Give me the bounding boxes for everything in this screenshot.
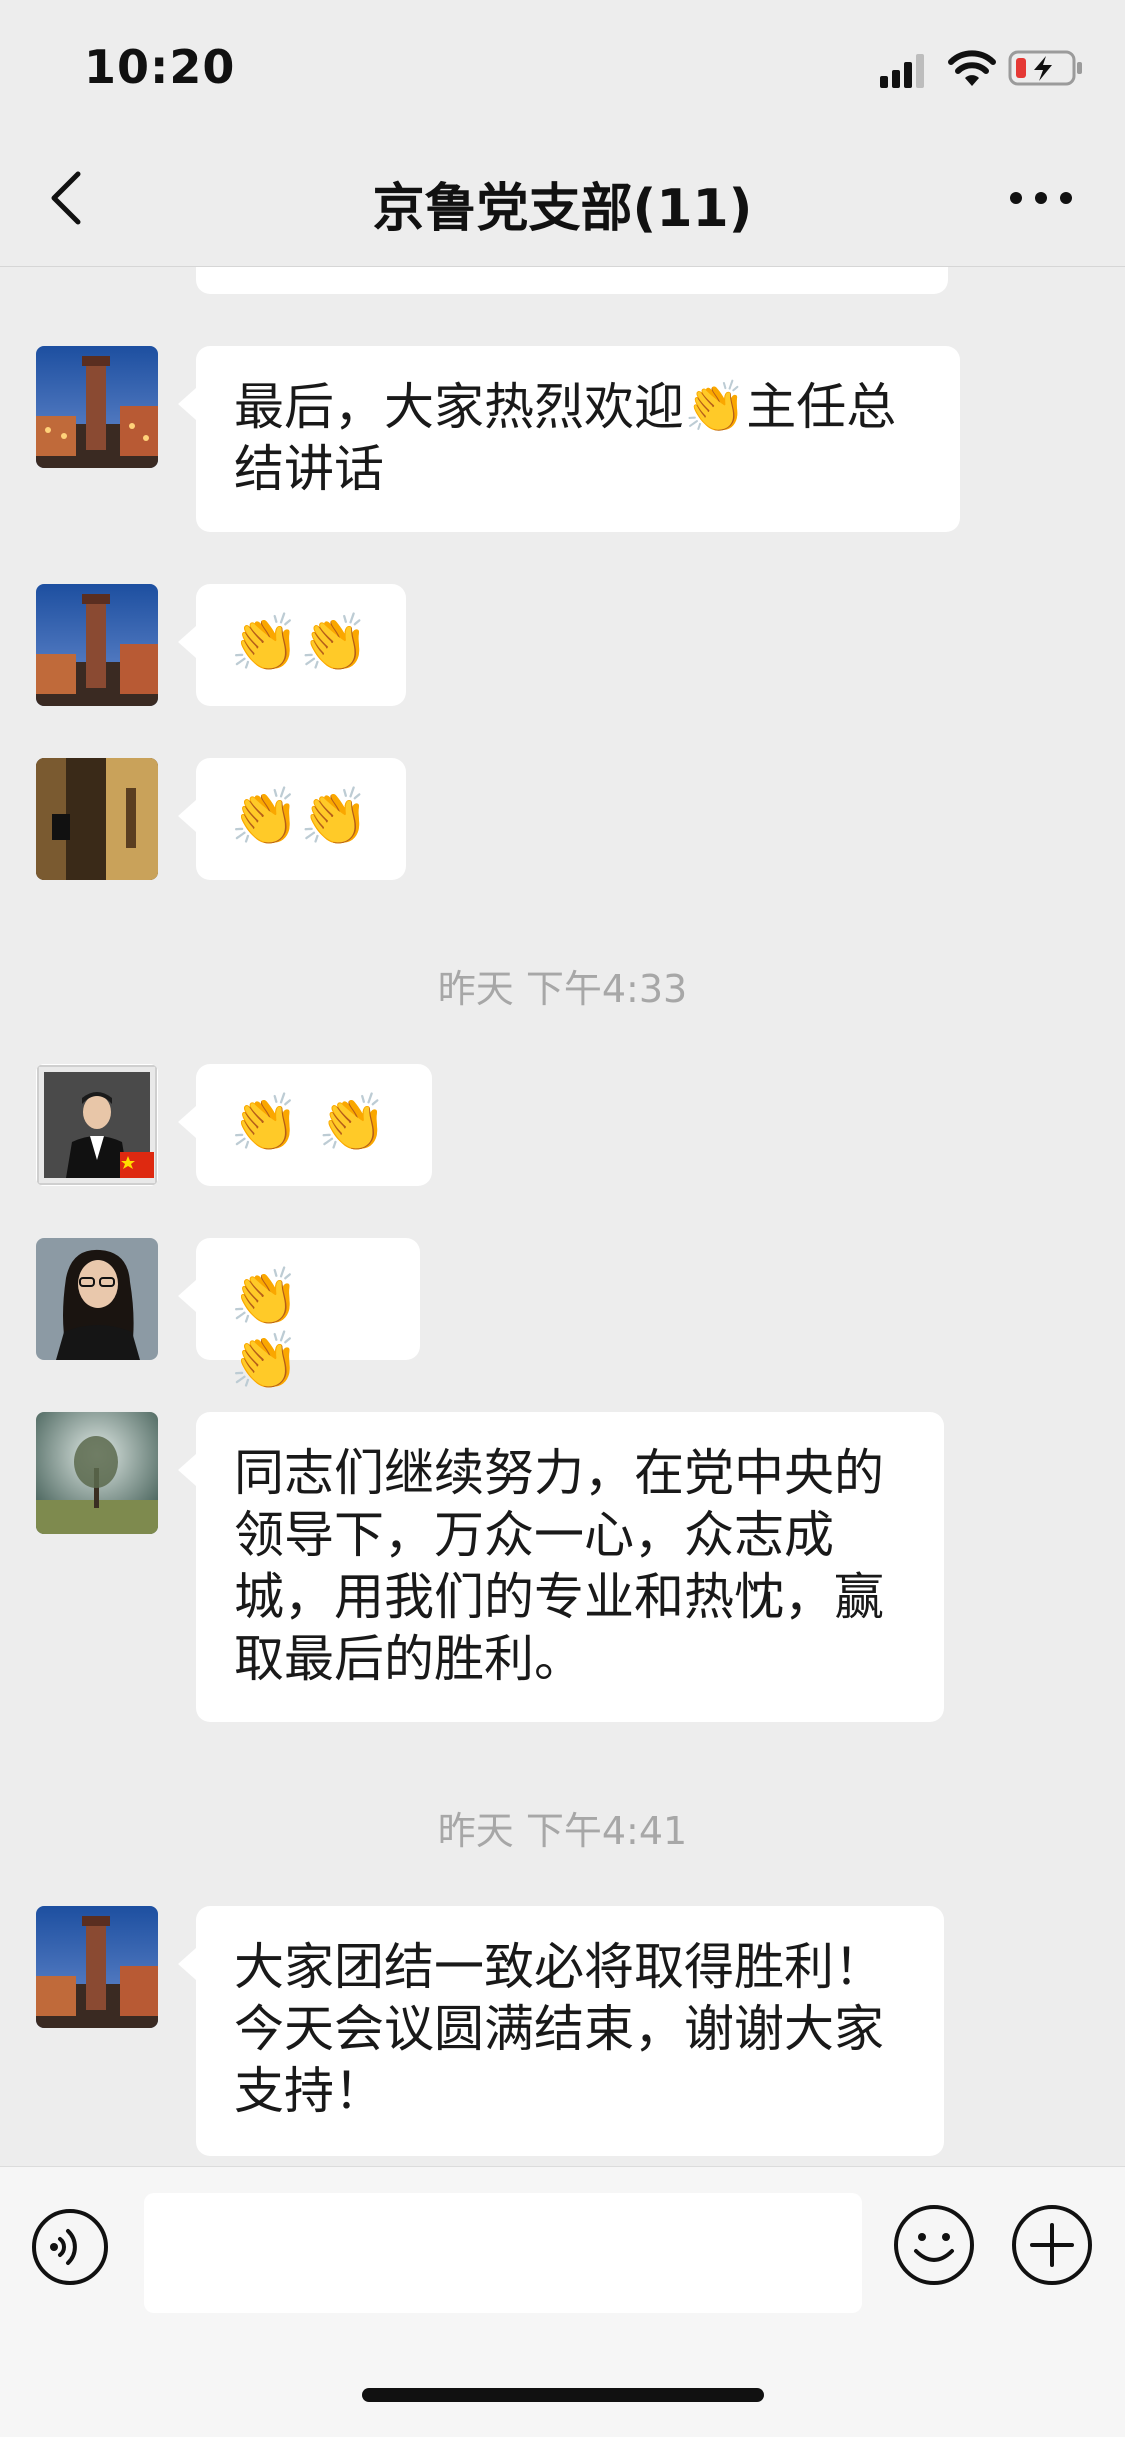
message-bubble[interactable]: 同志们继续努力，在党中央的领导下，万众一心，众志成城，用我们的专业和热忱，赢取最… (178, 1412, 944, 1722)
timestamp: 昨天 下午4:33 (437, 967, 688, 1011)
status-time: 10:20 (84, 40, 236, 94)
top-bar: 10:20 京鲁党支部(11) (0, 0, 1125, 267)
wifi-icon (948, 50, 996, 86)
message-bubble[interactable]: 👏👏 (178, 584, 406, 706)
message-bubble[interactable]: 👏👏 (178, 758, 406, 880)
emoji-button[interactable] (892, 2203, 976, 2287)
message-bubble[interactable]: 👏 👏 (178, 1064, 432, 1186)
avatar[interactable] (36, 584, 158, 706)
voice-input-button[interactable] (30, 2207, 110, 2287)
plus-button[interactable] (1010, 2203, 1094, 2287)
message-bubble[interactable]: 大家团结一致必将取得胜利！今天会议圆满结束，谢谢大家支持！ (178, 1906, 944, 2156)
message-bubble[interactable]: 最后，大家热烈欢迎👏主任总结讲话 (178, 346, 960, 532)
message-bubble[interactable]: 👏 👏 (178, 1238, 420, 1394)
avatar[interactable] (36, 1412, 158, 1534)
message-input[interactable] (144, 2193, 862, 2313)
chat-title: 京鲁党支部(11) (372, 179, 753, 239)
timestamp: 昨天 下午4:41 (437, 1809, 688, 1853)
cellular-signal-icon (880, 54, 924, 88)
avatar[interactable] (36, 1238, 158, 1360)
home-indicator[interactable] (362, 2388, 764, 2402)
battery-low-charging-icon (1008, 50, 1082, 86)
avatar[interactable] (36, 346, 158, 468)
avatar[interactable] (36, 1064, 158, 1186)
avatar[interactable] (36, 758, 158, 880)
avatar[interactable] (36, 1906, 158, 2028)
more-options-button[interactable] (1006, 178, 1076, 218)
